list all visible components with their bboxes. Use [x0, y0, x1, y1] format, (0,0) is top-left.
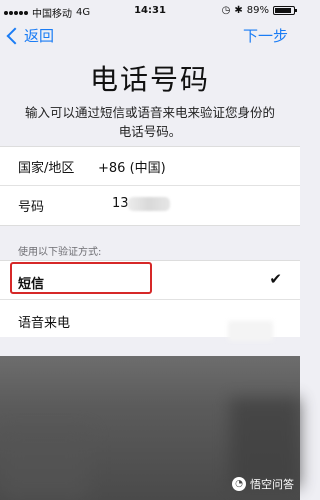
dark-shadow — [230, 398, 300, 488]
status-bar: 中国移动 4G 14:31 ◷ ✱ 89% — [0, 0, 300, 22]
verification-section-header: 使用以下验证方式: — [18, 247, 102, 258]
status-right: ◷ ✱ 89% — [221, 5, 297, 16]
phone-number-blur — [128, 197, 170, 211]
back-label: 返回 — [24, 27, 55, 45]
country-value: +86 (中国) — [98, 161, 166, 176]
battery-fill — [275, 8, 292, 13]
option-voice-call-label: 语音来电 — [18, 316, 71, 331]
voice-row-blur — [228, 321, 273, 341]
checkmark-icon: ✔ — [269, 270, 282, 288]
clock-icon: ◷ — [221, 5, 231, 16]
dark-shadow-left — [0, 430, 90, 500]
watermark: ◔ 悟空问答 — [232, 476, 294, 492]
next-button[interactable]: 下一步 — [243, 25, 288, 46]
navigation-bar: 返回 下一步 — [0, 22, 300, 52]
sms-highlight-annotation — [10, 262, 152, 294]
phone-form: 国家/地区 +86 (中国) 号码 13 — [0, 146, 300, 226]
chevron-left-icon — [6, 27, 24, 44]
watermark-logo-icon: ◔ — [232, 477, 246, 491]
page-title: 电话号码 — [89, 63, 210, 96]
phone-row[interactable]: 号码 13 — [0, 186, 300, 224]
phone-input[interactable]: 13 — [112, 196, 129, 211]
watermark-text: 悟空问答 — [250, 478, 294, 491]
country-row[interactable]: 国家/地区 +86 (中国) — [0, 147, 300, 186]
back-button[interactable]: 返回 — [6, 25, 54, 46]
country-label: 国家/地区 — [18, 161, 75, 176]
battery-percent: 89% — [246, 5, 269, 16]
bluetooth-icon: ✱ — [234, 5, 243, 16]
page-subtitle: 输入可以通过短信或语音来电来验证您身份的电话号码。 — [25, 105, 276, 139]
phone-label: 号码 — [18, 200, 45, 215]
battery-icon — [273, 6, 297, 15]
